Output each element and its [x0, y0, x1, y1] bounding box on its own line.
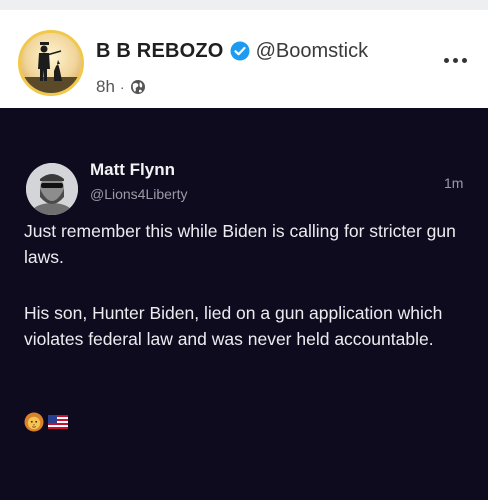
us-flag-icon [47, 412, 68, 432]
embedded-post-time: 1m [444, 175, 464, 191]
verified-badge-icon [230, 41, 250, 61]
emoji-row [24, 412, 68, 432]
more-dot [443, 57, 449, 63]
more-options-icon[interactable] [438, 50, 472, 70]
post-time[interactable]: 8h [96, 77, 115, 97]
more-dot [461, 57, 467, 63]
bearded-man-image [26, 163, 78, 215]
top-band [0, 0, 488, 10]
author-handle[interactable]: @Boomstick [256, 40, 369, 63]
silhouette-image [21, 33, 81, 93]
embedded-author-avatar [26, 163, 78, 215]
author-name[interactable]: B B REBOZO [96, 40, 224, 63]
author-row: B B REBOZO @Boomstick [96, 38, 368, 64]
post-header: B B REBOZO @Boomstick 8h · [0, 10, 488, 108]
meta-separator: · [119, 79, 125, 95]
embedded-author-name: Matt Flynn [90, 160, 175, 179]
lion-face-icon [24, 412, 44, 432]
embedded-post-paragraph-1: Just remember this while Biden is callin… [24, 221, 456, 267]
more-dot [452, 57, 458, 63]
globe-icon[interactable] [130, 79, 146, 95]
post-media-image[interactable]: Matt Flynn @Lions4Liberty 1m Just rememb… [0, 108, 488, 500]
post-meta: 8h · [96, 76, 146, 98]
embedded-author-handle: @Lions4Liberty [90, 186, 188, 202]
author-avatar[interactable] [18, 30, 84, 96]
embedded-post-paragraph-2: His son, Hunter Biden, lied on a gun app… [24, 303, 443, 349]
